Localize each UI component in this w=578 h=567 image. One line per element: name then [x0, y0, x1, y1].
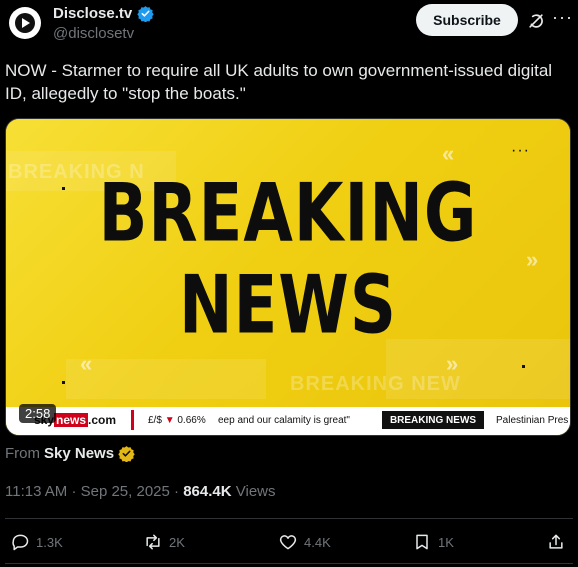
- source-attribution: From Sky News: [5, 445, 135, 462]
- chevron-left-icon: «: [442, 141, 455, 166]
- news-ticker: skynews.com £/$ ▼ 0.66% eep and our cala…: [6, 407, 570, 435]
- like-button[interactable]: 4.4K: [278, 530, 331, 554]
- ticker-rate: £/$ ▼ 0.66%: [148, 415, 206, 426]
- action-bar: 1.3K 2K 4.4K 1K: [0, 530, 578, 554]
- video-duration: 2:58: [19, 404, 57, 423]
- chevron-right-icon: »: [446, 351, 459, 376]
- tweet-meta: 11:13 AM · Sep 25, 2025 · 864.4K Views: [5, 483, 276, 500]
- decor-dot: [522, 365, 525, 368]
- views-label: Views: [235, 483, 276, 500]
- gold-verified-badge-icon: [118, 446, 135, 462]
- repost-icon: [146, 534, 160, 550]
- grok-icon[interactable]: [526, 11, 546, 31]
- reply-count: 1.3K: [36, 534, 63, 550]
- video-panel: [66, 359, 266, 399]
- video-more-icon[interactable]: ···: [511, 143, 530, 159]
- rate-label: £/$: [148, 415, 162, 426]
- rate-down-icon: ▼: [164, 415, 175, 426]
- ticker-separator: [131, 410, 134, 430]
- repost-count: 2K: [169, 534, 185, 550]
- headline-line1: BREAKING: [98, 167, 478, 261]
- decor-dot: [62, 187, 65, 190]
- divider: [5, 563, 573, 564]
- chevron-left-icon: «: [80, 351, 93, 376]
- play-logo-icon: [15, 13, 35, 33]
- share-icon: [549, 534, 563, 549]
- tweet-time[interactable]: 11:13 AM: [5, 483, 67, 500]
- reply-icon: [12, 534, 29, 551]
- ticker-logo-red: news: [54, 413, 89, 427]
- tweet-header: Disclose.tv @disclosetv Subscribe ···: [0, 0, 578, 48]
- bookmark-count: 1K: [438, 534, 454, 550]
- verified-badge-icon: [137, 6, 154, 22]
- author-name[interactable]: Disclose.tv: [53, 5, 132, 22]
- rate-value: 0.66%: [177, 415, 206, 426]
- watermark-bottom: BREAKING NEW: [290, 373, 461, 395]
- from-label: From: [5, 445, 40, 462]
- like-count: 4.4K: [304, 534, 331, 550]
- tweet-date[interactable]: Sep 25, 2025: [81, 483, 170, 500]
- tweet-text: NOW - Starmer to require all UK adults t…: [5, 61, 553, 103]
- ticker-breaking-label: BREAKING NEWS: [382, 411, 484, 429]
- share-button[interactable]: [546, 530, 566, 554]
- heart-icon: [279, 535, 297, 550]
- author-name-row: Disclose.tv: [53, 5, 154, 22]
- decor-dot: [62, 381, 65, 384]
- bookmark-button[interactable]: 1K: [412, 530, 454, 554]
- subscribe-button[interactable]: Subscribe: [416, 4, 518, 36]
- bookmark-icon: [416, 534, 428, 550]
- more-icon[interactable]: ···: [552, 8, 572, 30]
- divider: [5, 518, 573, 519]
- chevron-right-icon: »: [526, 247, 539, 272]
- ticker-logo-suffix: .com: [88, 413, 117, 427]
- author-handle[interactable]: @disclosetv: [53, 25, 134, 42]
- avatar[interactable]: [9, 7, 41, 39]
- source-name[interactable]: Sky News: [44, 445, 114, 462]
- repost-button[interactable]: 2K: [143, 530, 185, 554]
- ticker-scroll-text: eep and our calamity is great": [218, 415, 350, 426]
- video-player[interactable]: BREAKING N BREAKING NEW BREAKING NEWS « …: [5, 118, 571, 436]
- ticker-right-text: Palestinian Pres: [496, 415, 569, 426]
- views-count[interactable]: 864.4K: [183, 483, 231, 500]
- reply-button[interactable]: 1.3K: [10, 530, 63, 554]
- headline-line2: NEWS: [179, 259, 397, 353]
